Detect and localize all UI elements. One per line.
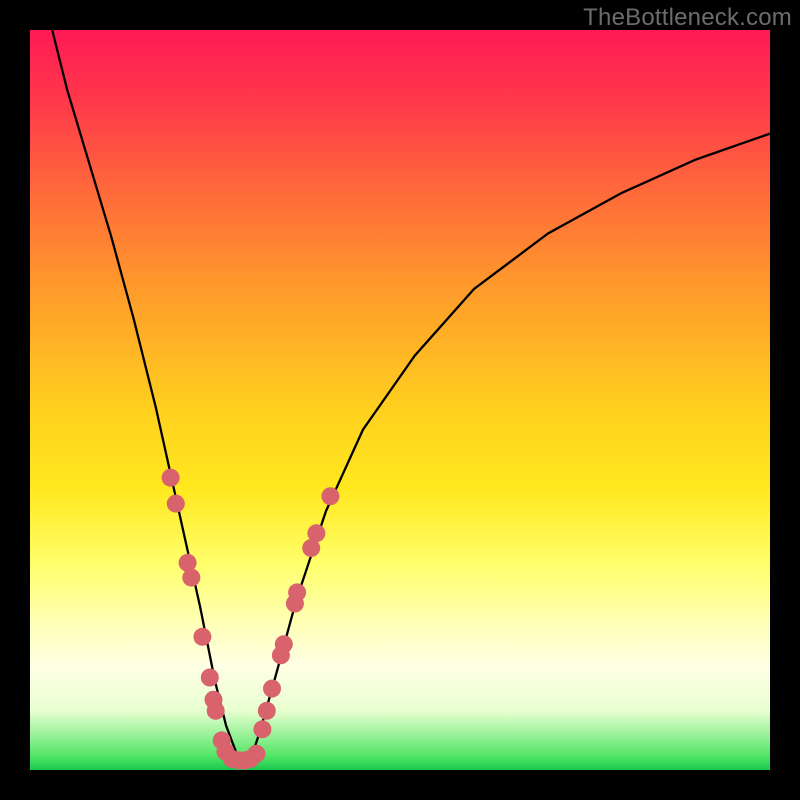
data-point	[288, 583, 306, 601]
data-point	[193, 628, 211, 646]
data-point	[182, 569, 200, 587]
watermark-text: TheBottleneck.com	[583, 4, 792, 32]
data-point	[307, 524, 325, 542]
data-point	[263, 680, 281, 698]
data-point	[321, 487, 339, 505]
data-point	[275, 635, 293, 653]
data-point	[247, 745, 265, 763]
data-point	[201, 669, 219, 687]
bottleneck-curve-path	[52, 30, 770, 759]
dot-overlay	[162, 469, 340, 770]
data-point	[207, 702, 225, 720]
data-point	[253, 720, 271, 738]
plot-area	[30, 30, 770, 770]
bottleneck-curve	[52, 30, 770, 759]
data-point	[258, 702, 276, 720]
data-point	[162, 469, 180, 487]
chart-svg	[30, 30, 770, 770]
chart-frame: TheBottleneck.com	[0, 0, 800, 800]
data-point	[167, 495, 185, 513]
